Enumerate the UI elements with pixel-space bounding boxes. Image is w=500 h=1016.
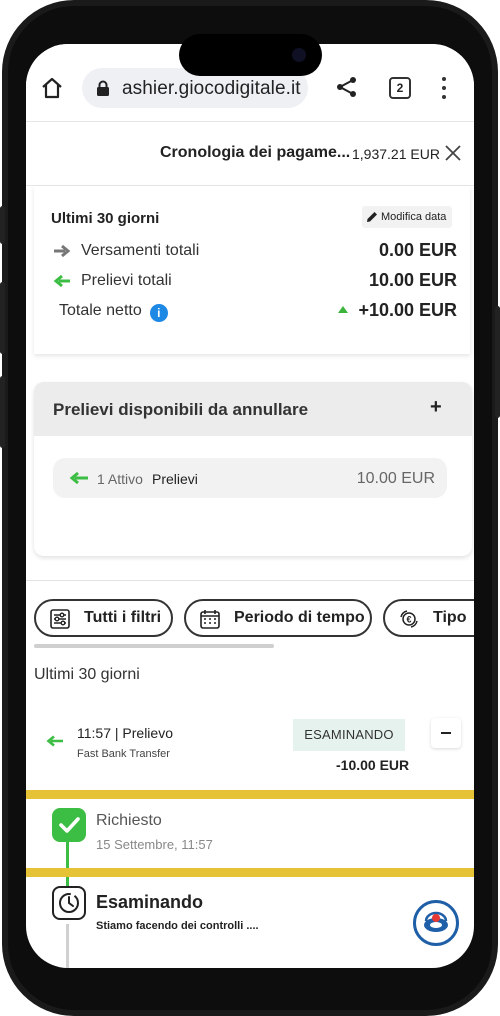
type-chip[interactable]: € Tipo: [383, 599, 474, 637]
edit-date-button[interactable]: Modifica data: [362, 206, 453, 228]
type-label: Tipo: [433, 609, 467, 626]
active-withdrawal-item[interactable]: 1 Attivo Prelievi 10.00 EUR: [53, 458, 447, 498]
available-withdrawals-header[interactable]: Prelievi disponibili da annullare +: [34, 382, 472, 436]
active-item-amount: 10.00 EUR: [356, 470, 435, 487]
pencil-icon: [367, 212, 377, 223]
camera: [292, 48, 306, 62]
share-icon[interactable]: [336, 76, 358, 98]
withdrawals-row: Prelievi totali 10.00 EUR: [53, 270, 457, 294]
tabs-icon[interactable]: 2: [389, 77, 411, 99]
section-divider: [26, 580, 474, 581]
volume-down-button: [0, 376, 5, 448]
all-filters-chip[interactable]: Tutti i filtri: [34, 599, 173, 637]
arrow-left-icon: [46, 735, 63, 747]
arrow-left-icon: [53, 274, 70, 288]
edit-date-label: Modifica data: [381, 211, 447, 223]
status-badge: ESAMINANDO: [293, 719, 405, 751]
page-title: Cronologia dei pagame...: [160, 144, 351, 161]
dynamic-island: [179, 34, 322, 76]
info-icon[interactable]: i: [149, 304, 168, 322]
transaction-amount: -10.00 EUR: [336, 757, 410, 773]
step-reviewing-desc: Stiamo facendo dei controlli ....: [96, 920, 259, 932]
power-button: [495, 306, 500, 418]
step-reviewing-title: Esaminando: [96, 892, 204, 912]
step-requested-date: 15 Settembre, 11:57: [96, 837, 213, 852]
summary-period: Ultimi 30 giorni: [51, 210, 160, 227]
time-period-label: Periodo di tempo: [234, 609, 365, 626]
withdrawals-label: Prelievi totali: [81, 272, 172, 289]
available-withdrawals-card: Prelievi disponibili da annullare + 1 At…: [34, 382, 472, 556]
svg-text:€: €: [406, 615, 411, 625]
currency-exchange-icon: €: [400, 610, 418, 628]
filters-scrollbar[interactable]: [34, 644, 274, 648]
highlight-bar-bottom: [26, 868, 474, 877]
available-withdrawals-title: Prelievi disponibili da annullare: [53, 400, 309, 419]
url-text: ashier.giocodigitale.it: [122, 78, 301, 99]
chat-icon[interactable]: [413, 900, 459, 946]
more-vert-icon[interactable]: [440, 77, 448, 99]
close-icon[interactable]: [444, 144, 462, 162]
balance: 1,937.21 EUR: [352, 146, 440, 162]
action-button: [0, 206, 5, 244]
list-period: Ultimi 30 giorni: [34, 666, 140, 683]
screen: ashier.giocodigitale.it 2 Cronologia dei…: [26, 44, 474, 968]
deposits-value: 0.00 EUR: [378, 240, 457, 260]
all-filters-label: Tutti i filtri: [84, 609, 162, 626]
transaction-time-type: 11:57 | Prelievo: [77, 725, 173, 741]
calendar-icon: [200, 610, 220, 629]
net-value: +10.00 EUR: [358, 300, 457, 320]
page-header: Cronologia dei pagame... 1,937.21 EUR: [26, 122, 474, 186]
deposits-label: Versamenti totali: [81, 242, 200, 259]
net-value-wrap: +10.00 EUR: [338, 300, 457, 321]
clock-icon: [52, 886, 86, 920]
withdrawals-value: 10.00 EUR: [368, 270, 457, 290]
up-triangle-icon: [338, 306, 349, 313]
summary-card: Ultimi 30 giorni Modifica data Versament…: [34, 186, 470, 354]
time-period-chip[interactable]: Periodo di tempo: [184, 599, 372, 637]
step-requested-title: Richiesto: [96, 812, 162, 829]
volume-up-button: [0, 282, 5, 354]
filter-icon: [50, 609, 70, 629]
highlight-bar-top: [26, 790, 474, 799]
net-row: Totale netto i +10.00 EUR: [53, 300, 457, 324]
active-item-label: Prelievi: [152, 471, 198, 487]
collapse-icon[interactable]: [431, 718, 461, 748]
deposits-row: Versamenti totali 0.00 EUR: [53, 240, 457, 264]
arrow-left-icon: [69, 471, 88, 485]
net-label-wrap: Totale netto i: [59, 302, 168, 322]
timeline-line-pending: [66, 924, 69, 968]
arrow-right-icon: [54, 244, 71, 258]
home-icon[interactable]: [40, 76, 64, 100]
net-label: Totale netto: [59, 302, 142, 319]
transaction-row[interactable]: 11:57 | Prelievo Fast Bank Transfer ESAM…: [34, 705, 474, 791]
lock-icon: [97, 80, 109, 96]
plus-icon[interactable]: +: [430, 396, 442, 419]
active-count: 1 Attivo: [97, 471, 143, 487]
transaction-method: Fast Bank Transfer: [77, 748, 170, 760]
check-icon: [52, 808, 86, 842]
